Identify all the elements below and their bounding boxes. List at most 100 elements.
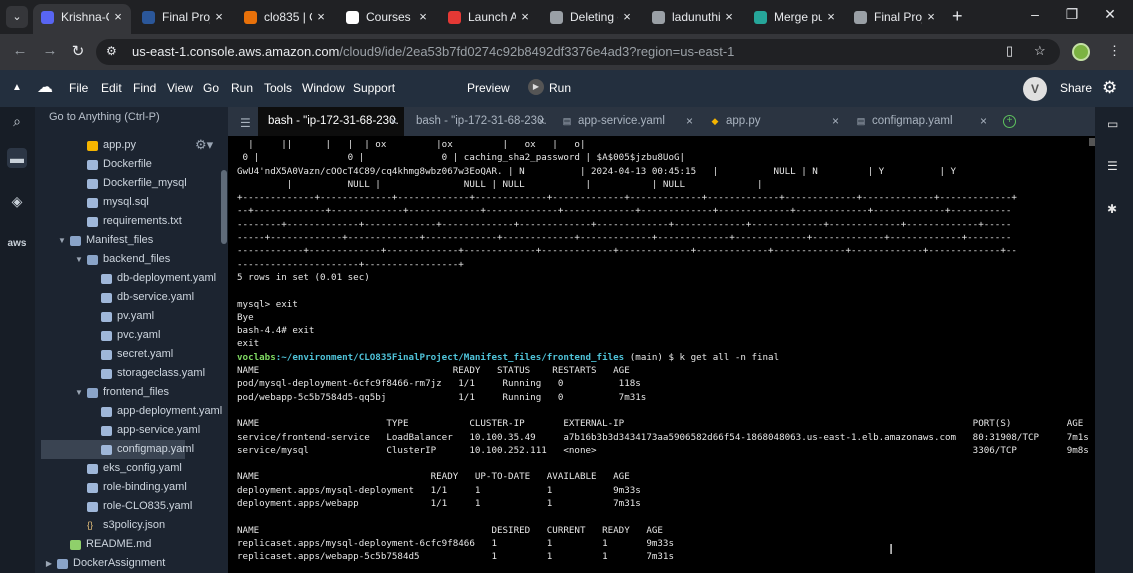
bookmark-star-icon[interactable]: ☆	[1034, 43, 1046, 59]
chevron-down-icon[interactable]: ▼	[57, 231, 67, 250]
tree-file[interactable]: eks_config.yaml	[35, 459, 228, 478]
environment-folder-icon[interactable]: ▬	[7, 148, 27, 168]
editor-tab-close-icon[interactable]: ×	[980, 107, 987, 135]
tree-file[interactable]: pvc.yaml	[35, 326, 228, 345]
pane-menu-icon[interactable]: ☰	[240, 116, 251, 130]
tree-file[interactable]: role-CLO835.yaml	[35, 497, 228, 516]
chevron-down-icon[interactable]: ▼	[74, 383, 84, 402]
share-button[interactable]: Share	[1060, 81, 1092, 95]
tab-close-icon[interactable]: ×	[620, 4, 634, 30]
collapse-menu-icon[interactable]: ▲	[12, 82, 22, 93]
menu-support[interactable]: Support	[353, 81, 395, 95]
search-icon[interactable]: ⌕	[7, 111, 27, 131]
menu-view[interactable]: View	[167, 81, 193, 95]
tree-file[interactable]: configmap.yaml	[41, 440, 194, 459]
tree-file[interactable]: app-deployment.yaml	[35, 402, 228, 421]
tree-folder[interactable]: ▶ DockerAssignment	[35, 554, 228, 573]
menu-tools[interactable]: Tools	[264, 81, 292, 95]
go-to-anything-input[interactable]: Go to Anything (Ctrl-P)	[49, 111, 160, 123]
menu-find[interactable]: Find	[133, 81, 156, 95]
browser-tab[interactable]: Krishna-C×	[33, 4, 131, 34]
tab-close-icon[interactable]: ×	[824, 4, 838, 30]
debugger-icon[interactable]: ✱	[1107, 202, 1117, 216]
browser-tab[interactable]: Final Proj ×	[134, 4, 232, 34]
tree-file[interactable]: Dockerfile_mysql	[35, 174, 228, 193]
tab-close-icon[interactable]: ×	[518, 4, 532, 30]
tab-close-icon[interactable]: ×	[722, 4, 736, 30]
tab-close-icon[interactable]: ×	[314, 4, 328, 30]
url-text[interactable]: us-east-1.console.aws.amazon.com/cloud9/…	[132, 44, 734, 59]
browser-tab[interactable]: Launch AI×	[440, 4, 538, 34]
tree-file[interactable]: app-service.yaml	[35, 421, 228, 440]
back-icon[interactable]: ←	[10, 42, 30, 59]
tree-file[interactable]: db-service.yaml	[35, 288, 228, 307]
tab-close-icon[interactable]: ×	[416, 4, 430, 30]
browser-tab[interactable]: Final Proj ×	[846, 4, 944, 34]
menu-go[interactable]: Go	[203, 81, 219, 95]
new-tab-button[interactable]: +	[952, 6, 963, 27]
terminal-panel[interactable]: | || | | | ox |ox | ox | o| 0 | 0 | 0 | …	[228, 136, 1095, 573]
editor-tab-close-icon[interactable]: ×	[686, 107, 693, 135]
site-info-icon[interactable]: ⚙	[106, 44, 117, 58]
minimize-icon[interactable]: –	[1025, 6, 1045, 22]
menu-file[interactable]: File	[69, 81, 88, 95]
menu-window[interactable]: Window	[302, 81, 345, 95]
chevron-right-icon[interactable]: ▶	[44, 554, 54, 573]
tree-file[interactable]: role-binding.yaml	[35, 478, 228, 497]
profile-avatar[interactable]	[1072, 43, 1090, 61]
preview-button[interactable]: Preview	[467, 81, 510, 95]
tree-file[interactable]: Dockerfile	[35, 155, 228, 174]
editor-tab[interactable]: bash - "ip-172-31-68-230. ×	[258, 107, 404, 136]
tree-file[interactable]: mysql.sql	[35, 193, 228, 212]
browser-menu-icon[interactable]: ⋮	[1108, 43, 1121, 59]
tab-close-icon[interactable]: ×	[111, 4, 125, 30]
editor-tab-close-icon[interactable]: ×	[538, 107, 545, 135]
file-icon	[87, 160, 98, 170]
menu-run[interactable]: Run	[231, 81, 253, 95]
aws-toolkit-icon[interactable]: aws	[7, 234, 27, 254]
tab-close-icon[interactable]: ×	[212, 4, 226, 30]
window-close-icon[interactable]: ✕	[1100, 6, 1120, 23]
tree-file[interactable]: db-deployment.yaml	[35, 269, 228, 288]
reload-icon[interactable]: ↻	[68, 42, 88, 60]
source-control-icon[interactable]: ◈	[7, 191, 27, 211]
editor-tab-close-icon[interactable]: ×	[832, 107, 839, 135]
tree-file[interactable]: README.md	[35, 535, 228, 554]
run-icon[interactable]: ▶	[528, 79, 544, 95]
editor-tab[interactable]: ▤ app-service.yaml ×	[554, 107, 700, 136]
cloud9-logo-icon[interactable]: ☁	[37, 77, 53, 97]
browser-tab[interactable]: Courses ×	[338, 4, 436, 34]
chevron-down-icon[interactable]: ▼	[74, 250, 84, 269]
tree-file[interactable]: secret.yaml	[35, 345, 228, 364]
editor-tab[interactable]: ◆ app.py ×	[702, 107, 846, 136]
file-icon	[87, 179, 98, 189]
sidepanel-icon[interactable]: ▯	[1006, 43, 1013, 59]
tree-file[interactable]: pv.yaml	[35, 307, 228, 326]
outline-icon[interactable]: ☰	[1107, 159, 1118, 173]
menu-edit[interactable]: Edit	[101, 81, 122, 95]
tab-close-icon[interactable]: ×	[924, 4, 938, 30]
editor-tab[interactable]: bash - "ip-172-31-68-230. ×	[406, 107, 552, 136]
tree-file[interactable]: requirements.txt	[35, 212, 228, 231]
run-button[interactable]: Run	[549, 81, 571, 95]
editor-tab[interactable]: ▤ configmap.yaml ×	[848, 107, 994, 136]
add-tab-icon[interactable]: +	[1003, 115, 1016, 128]
browser-tab[interactable]: Merge pu ×	[746, 4, 844, 34]
editor-tab-close-icon[interactable]: ×	[390, 107, 397, 135]
tree-file[interactable]: {} s3policy.json	[35, 516, 228, 535]
tree-file[interactable]: app.py	[35, 136, 228, 155]
tree-folder[interactable]: ▼ Manifest_files	[35, 231, 228, 250]
forward-icon[interactable]: →	[40, 42, 60, 59]
browser-tab[interactable]: ladunuthi ×	[644, 4, 742, 34]
browser-tab[interactable]: clo835 | C×	[236, 4, 334, 34]
omnibox[interactable]: ⚙ us-east-1.console.aws.amazon.com/cloud…	[96, 39, 1060, 65]
preferences-gear-icon[interactable]: ⚙	[1102, 78, 1117, 98]
browser-tab[interactable]: Deleting c×	[542, 4, 640, 34]
tree-file[interactable]: storageclass.yaml	[35, 364, 228, 383]
tree-folder[interactable]: ▼ backend_files	[35, 250, 228, 269]
user-avatar[interactable]: V	[1023, 77, 1047, 101]
tab-search-chevron-icon[interactable]: ⌄	[6, 6, 28, 28]
collaborate-icon[interactable]: ▭	[1107, 117, 1118, 131]
tree-folder[interactable]: ▼ frontend_files	[35, 383, 228, 402]
restore-icon[interactable]: ❐	[1062, 6, 1082, 23]
